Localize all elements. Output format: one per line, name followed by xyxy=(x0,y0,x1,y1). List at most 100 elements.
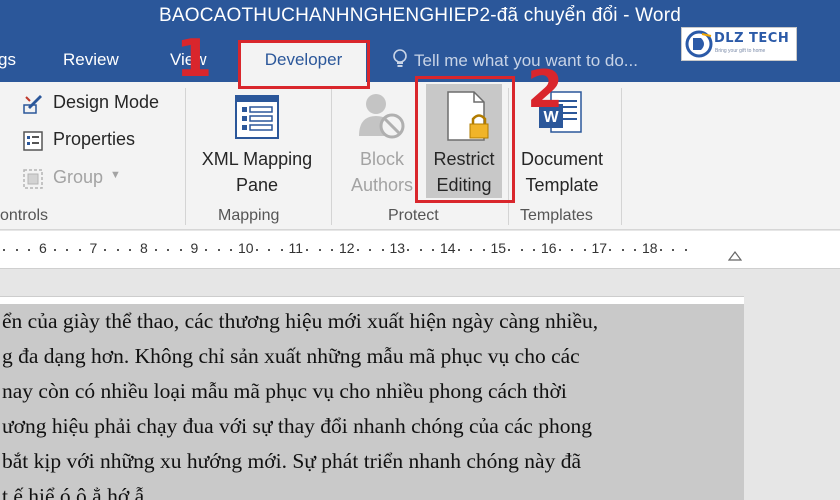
properties-label: Properties xyxy=(53,129,136,149)
block-authors-icon xyxy=(359,94,405,139)
ruler-number: 17 xyxy=(591,240,608,256)
ruler-number: 16 xyxy=(541,240,557,256)
ruler-tick xyxy=(129,249,132,251)
restrict-editing-highlight-box xyxy=(415,76,515,203)
ruler-number: 18 xyxy=(642,240,658,256)
ruler-tick xyxy=(306,249,309,251)
tell-me-search[interactable]: Tell me what you want to do... xyxy=(392,49,638,71)
indent-marker-icon[interactable] xyxy=(728,249,742,261)
ruler-number: 12 xyxy=(339,240,355,256)
ruler-tick xyxy=(331,249,334,251)
group-icon xyxy=(23,169,43,189)
design-mode-icon xyxy=(23,95,42,114)
ruler-tick xyxy=(533,249,536,251)
ruler-tick xyxy=(356,249,359,251)
ruler-tick xyxy=(66,249,69,251)
templates-group-label: Templates xyxy=(520,207,593,224)
ruler-tick xyxy=(659,249,662,251)
group-separator xyxy=(185,88,186,225)
ruler-tick xyxy=(470,249,473,251)
document-template-label-1: Document xyxy=(520,149,604,169)
ruler-tick xyxy=(381,249,384,251)
ruler-tick xyxy=(369,249,372,251)
logo-mark-icon xyxy=(685,30,713,58)
group-label: Group xyxy=(53,167,104,187)
ruler-number: 7 xyxy=(89,240,98,256)
ruler-number: 10 xyxy=(238,240,254,256)
ruler-tick xyxy=(508,249,511,251)
ruler-tick xyxy=(205,249,208,251)
ruler-scale: 6 7 8 9 10 11 12 13 14 15 16 17 18 xyxy=(0,240,840,260)
ruler-tick xyxy=(53,249,56,251)
step-1-number: 1 xyxy=(176,29,213,89)
ruler-tick xyxy=(167,249,170,251)
ruler-tick xyxy=(217,249,220,251)
step-2-number: 2 xyxy=(527,60,564,120)
document-line: t ế hiể ó ô ẳ hớ ẫ xyxy=(2,484,145,500)
document-line: ển của giày thể thao, các thương hiệu mớ… xyxy=(2,309,599,333)
ruler-tick xyxy=(571,249,574,251)
ruler-tick xyxy=(634,249,637,251)
ruler-tick xyxy=(255,249,258,251)
ruler-tick xyxy=(457,249,460,251)
title-bar: BAOCAOTHUCHANHNGHENGHIEP2-đã chuyển đổi … xyxy=(0,0,840,82)
ruler-tick xyxy=(154,249,157,251)
ruler-tick xyxy=(432,249,435,251)
ruler-tick xyxy=(179,249,182,251)
ruler-tick xyxy=(419,249,422,251)
window-title: BAOCAOTHUCHANHNGHENGHIEP2-đã chuyển đổi … xyxy=(159,5,681,26)
xml-mapping-label-1: XML Mapping xyxy=(201,149,313,169)
ruler-tick xyxy=(609,249,612,251)
xml-mapping-label-2: Pane xyxy=(235,175,279,195)
ruler-number: 6 xyxy=(39,240,47,256)
group-separator xyxy=(331,88,332,225)
ruler-tick xyxy=(558,249,561,251)
developer-tab-highlight xyxy=(238,40,370,89)
ruler-tick xyxy=(28,249,31,251)
ruler-tick xyxy=(520,249,523,251)
ruler-tick xyxy=(318,249,321,251)
xml-mapping-pane-button[interactable]: XML Mapping Pane xyxy=(193,146,321,198)
ruler-tick xyxy=(583,249,586,251)
mapping-group-label: Mapping xyxy=(218,207,280,224)
ruler-tick xyxy=(3,249,6,251)
tell-me-text: Tell me what you want to do... xyxy=(414,51,638,70)
ruler-number: 11 xyxy=(288,240,304,256)
document-line: nay còn có nhiều loại mẫu mã phục vụ cho… xyxy=(2,379,567,403)
properties-icon xyxy=(23,131,43,151)
dlz-tech-logo: DLZ TECH Bring your gift to home xyxy=(681,27,797,61)
ruler-number: 9 xyxy=(190,240,199,256)
document-template-label-2: Template xyxy=(525,175,599,195)
document-area: ển của giày thể thao, các thương hiệu mớ… xyxy=(0,270,840,500)
group-dropdown-icon: ▼ xyxy=(110,169,121,181)
ruler-number: 15 xyxy=(490,240,507,256)
group-separator xyxy=(621,88,622,225)
document-line: bắt kịp với những xu hướng mới. Sự phát … xyxy=(2,449,582,473)
logo-tagline: Bring your gift to home xyxy=(715,48,766,54)
design-mode-label: Design Mode xyxy=(53,92,160,112)
horizontal-ruler[interactable]: 6 7 8 9 10 11 12 13 14 15 16 17 18 xyxy=(0,231,840,269)
ruler-number: 14 xyxy=(440,240,456,256)
xml-mapping-icon xyxy=(235,95,279,139)
selected-text-block[interactable]: ển của giày thể thao, các thương hiệu mớ… xyxy=(0,304,744,500)
ruler-tick xyxy=(116,249,119,251)
tab-review[interactable]: Review xyxy=(63,50,119,70)
ruler-tick xyxy=(672,249,675,251)
ruler-number: 8 xyxy=(140,240,148,256)
ruler-tick xyxy=(78,249,81,251)
lightbulb-icon xyxy=(393,49,407,67)
ruler-tick xyxy=(230,249,233,251)
document-line: g đa dạng hơn. Không chỉ sản xuất những … xyxy=(2,344,580,368)
ruler-tick xyxy=(280,249,283,251)
document-page[interactable]: ển của giày thể thao, các thương hiệu mớ… xyxy=(0,296,744,500)
logo-text: DLZ TECH xyxy=(714,31,790,46)
ruler-number: 13 xyxy=(389,240,406,256)
ruler-tick xyxy=(407,249,410,251)
protect-group-label: Protect xyxy=(388,207,439,224)
tab-home[interactable]: gs xyxy=(0,50,16,70)
document-line: ương hiệu phải chạy đua với sự thay đổi … xyxy=(2,414,592,438)
ruler-tick xyxy=(15,249,18,251)
ruler-tick xyxy=(621,249,624,251)
ruler-tick xyxy=(482,249,485,251)
document-template-button[interactable]: Document Template xyxy=(510,146,614,198)
